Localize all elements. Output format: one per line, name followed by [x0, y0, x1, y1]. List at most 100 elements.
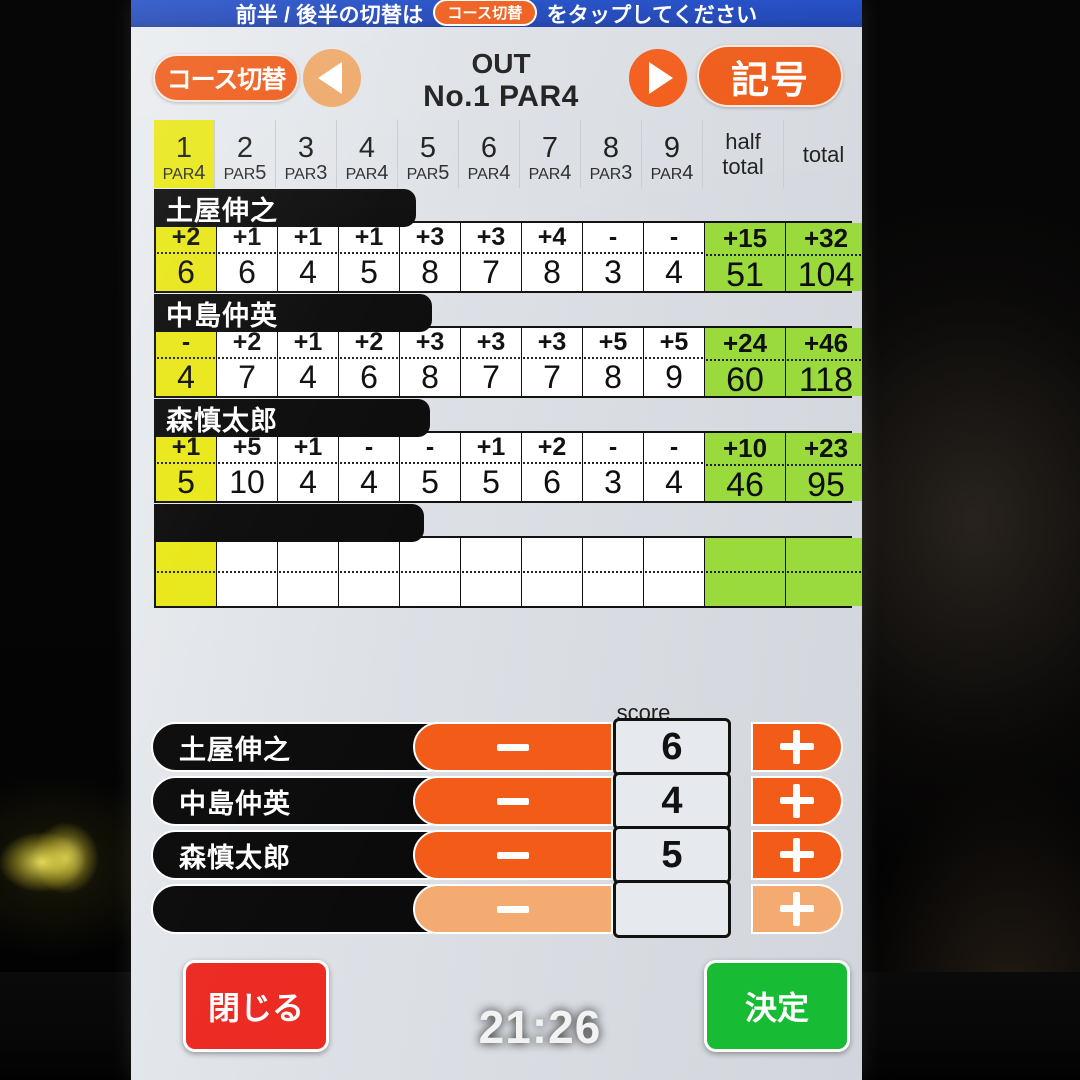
hole-strokes: 7 — [543, 359, 561, 395]
score-increment-button[interactable] — [751, 722, 843, 772]
score-value-field[interactable] — [613, 880, 731, 938]
hole-diff: +1 — [293, 328, 323, 356]
hole-header-cell[interactable]: 3 PAR3 — [276, 120, 337, 188]
hole-diff — [217, 538, 277, 571]
score-cell[interactable]: +3 8 — [400, 328, 461, 396]
score-value-field[interactable]: 4 — [613, 772, 731, 830]
hole-header-cell[interactable]: 5 PAR5 — [398, 120, 459, 188]
stepper-player-name: 中島仲英 — [151, 776, 451, 826]
half-total-diff: +24 — [722, 328, 768, 358]
hole-header-cell[interactable]: 7 PAR4 — [520, 120, 581, 188]
plus-icon — [780, 838, 814, 872]
hole-header-cell[interactable]: 9 PAR4 — [642, 120, 703, 188]
score-cell[interactable] — [461, 538, 522, 606]
score-cell[interactable]: +1 5 — [339, 223, 400, 291]
previous-hole-button[interactable] — [303, 49, 361, 107]
score-value-field[interactable]: 5 — [613, 826, 731, 884]
hole-strokes — [644, 573, 704, 606]
score-cell[interactable] — [522, 538, 583, 606]
score-decrement-button[interactable] — [413, 884, 613, 934]
hole-navigation-header: コース切替 OUT No.1 PAR4 記号 — [131, 27, 862, 120]
hole-strokes — [583, 573, 643, 606]
hole-diff — [339, 538, 399, 571]
score-cell[interactable]: +5 9 — [644, 328, 705, 396]
half-total-value — [705, 573, 785, 606]
score-cell[interactable]: +3 8 — [400, 223, 461, 291]
score-cell[interactable] — [400, 538, 461, 606]
score-cell[interactable]: +1 5 — [461, 433, 522, 501]
score-decrement-button[interactable] — [413, 722, 613, 772]
score-cell[interactable]: +2 6 — [156, 223, 217, 291]
score-increment-button[interactable] — [751, 830, 843, 880]
score-cell[interactable] — [583, 538, 644, 606]
total-diff: +32 — [803, 223, 849, 253]
stepper-player-name — [151, 884, 451, 934]
score-cell[interactable]: +2 7 — [217, 328, 278, 396]
half-total-value: 60 — [726, 361, 764, 399]
hole-par: PAR4 — [651, 163, 694, 185]
total-value: 118 — [798, 361, 854, 399]
score-decrement-button[interactable] — [413, 830, 613, 880]
hole-strokes: 8 — [421, 359, 439, 395]
scorecard-player-block — [154, 504, 862, 608]
score-cell[interactable] — [156, 538, 217, 606]
hole-strokes: 5 — [421, 464, 439, 500]
score-cell[interactable]: +1 4 — [278, 433, 339, 501]
score-cell[interactable]: +3 7 — [461, 328, 522, 396]
hole-par: PAR4 — [163, 163, 206, 185]
hole-diff — [644, 538, 704, 571]
score-cell[interactable]: +5 8 — [583, 328, 644, 396]
hole-diff: +5 — [598, 328, 628, 356]
player-name-tag: 土屋伸之 — [154, 189, 416, 227]
banner-text-before: 前半 / 後半の切替は — [235, 3, 424, 27]
score-cell[interactable] — [217, 538, 278, 606]
score-cell[interactable]: -4 — [644, 223, 705, 291]
score-cell[interactable]: +1 4 — [278, 328, 339, 396]
hole-title: OUT No.1 PAR4 — [381, 49, 621, 115]
score-cell[interactable]: -5 — [400, 433, 461, 501]
hole-header-cell[interactable]: 4 PAR4 — [337, 120, 398, 188]
score-stepper-row — [151, 880, 843, 938]
score-cell[interactable]: +3 7 — [522, 328, 583, 396]
hole-header-cell[interactable]: 8 PAR3 — [581, 120, 642, 188]
score-cell[interactable]: +1 5 — [156, 433, 217, 501]
score-cell[interactable]: -4 — [156, 328, 217, 396]
score-cell[interactable]: +5 10 — [217, 433, 278, 501]
hole-strokes: 4 — [299, 254, 317, 290]
score-cell[interactable] — [339, 538, 400, 606]
course-switch-button[interactable]: コース切替 — [153, 54, 299, 102]
score-cell[interactable] — [644, 538, 705, 606]
hole-diff: +4 — [537, 223, 567, 251]
nine-label: OUT — [471, 48, 531, 79]
symbol-legend-button[interactable]: 記号 — [697, 45, 843, 107]
hole-header-cell[interactable]: 1 PAR4 — [154, 120, 215, 188]
hole-header-cell[interactable]: 6 PAR4 — [459, 120, 520, 188]
score-cell[interactable]: -4 — [644, 433, 705, 501]
score-cell[interactable]: +2 6 — [522, 433, 583, 501]
clock-display: 21:26 — [478, 1001, 602, 1053]
triangle-left-icon — [318, 62, 342, 94]
hole-diff — [400, 538, 460, 571]
score-cell[interactable]: +2 6 — [339, 328, 400, 396]
scorecard-player-block: 土屋伸之 +2 6 +1 6 +1 4 +1 5 +3 8 +3 7 +4 8-3-4 +15 51 +32 104 — [154, 189, 862, 294]
hole-header-cell[interactable]: 2 PAR5 — [215, 120, 276, 188]
score-cell[interactable]: -4 — [339, 433, 400, 501]
score-cell[interactable]: -3 — [583, 223, 644, 291]
hole-strokes: 4 — [665, 254, 683, 290]
score-cell[interactable]: +4 8 — [522, 223, 583, 291]
score-value-field[interactable]: 6 — [613, 718, 731, 776]
hole-number: 3 — [297, 132, 315, 164]
score-cell[interactable]: -3 — [583, 433, 644, 501]
player-name-tag — [154, 504, 424, 542]
hole-number: 4 — [358, 132, 376, 164]
score-increment-button[interactable] — [751, 776, 843, 826]
score-cell[interactable] — [278, 538, 339, 606]
score-stepper-row: 土屋伸之 6 — [151, 718, 843, 776]
score-cell[interactable]: +3 7 — [461, 223, 522, 291]
score-increment-button[interactable] — [751, 884, 843, 934]
next-hole-button[interactable] — [629, 49, 687, 107]
hole-diff: +1 — [293, 223, 323, 251]
score-cell[interactable]: +1 6 — [217, 223, 278, 291]
score-cell[interactable]: +1 4 — [278, 223, 339, 291]
score-decrement-button[interactable] — [413, 776, 613, 826]
